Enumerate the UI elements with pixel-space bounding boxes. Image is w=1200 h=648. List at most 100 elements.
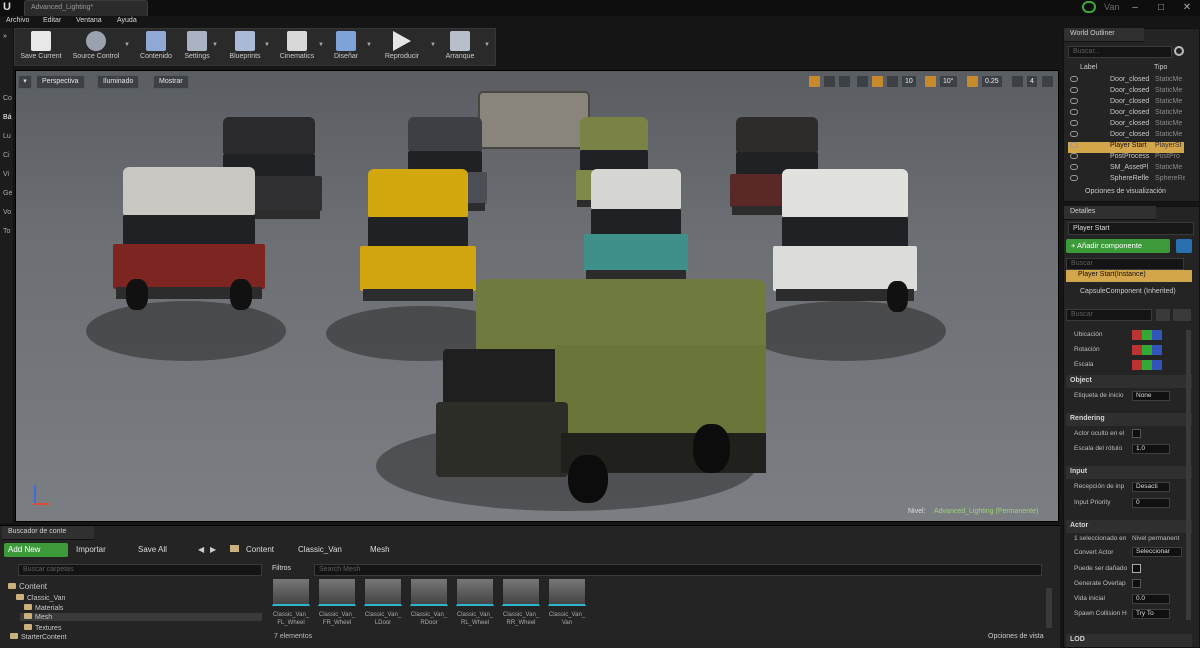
rotation-snap-icon[interactable] xyxy=(924,75,937,88)
instance-row-selected[interactable]: Player Start(Instance) xyxy=(1066,270,1192,282)
outliner-row[interactable]: Door_closed StaticMe xyxy=(1068,76,1184,87)
save-all-button[interactable]: Save All xyxy=(138,545,167,554)
section-rendering[interactable]: Rendering xyxy=(1066,413,1192,426)
folder-mesh-selected[interactable]: Mesh xyxy=(20,613,262,621)
outliner-row-selected[interactable]: Player Start PlayerSt xyxy=(1068,142,1184,153)
visibility-eye-icon[interactable] xyxy=(1070,153,1078,159)
world-outliner-tab[interactable]: World Outliner xyxy=(1064,28,1144,42)
launch-dropdown-icon[interactable]: ▼ xyxy=(484,42,490,48)
outliner-view-options[interactable]: Opciones de visualización xyxy=(1085,188,1166,195)
content-button[interactable]: Contenido xyxy=(135,30,177,64)
outliner-row[interactable]: SphereRefle SphereRe xyxy=(1068,175,1185,186)
section-actor[interactable]: Actor xyxy=(1066,520,1192,533)
location-label[interactable]: Ubicación xyxy=(1074,331,1103,338)
rotation-fields[interactable] xyxy=(1132,345,1162,355)
play-button[interactable]: Reproducir xyxy=(378,30,426,64)
scale-label[interactable]: Escala xyxy=(1074,361,1094,368)
filters-button[interactable]: Filtros xyxy=(272,565,291,572)
source-control-button[interactable]: Source Control xyxy=(68,30,124,64)
launch-button[interactable]: Arranque xyxy=(440,30,480,64)
generate-overlap-checkbox[interactable] xyxy=(1132,579,1141,588)
breadcrumb-mesh[interactable]: Mesh xyxy=(370,545,390,554)
play-dropdown-icon[interactable]: ▼ xyxy=(430,42,436,48)
asset-thumbnail[interactable] xyxy=(502,578,540,606)
rotation-label[interactable]: Rotación xyxy=(1074,346,1100,353)
property-matrix-icon[interactable] xyxy=(1156,309,1170,321)
cinematics-button[interactable]: Cinematics xyxy=(274,30,320,64)
rotation-snap-value[interactable]: 10° xyxy=(939,75,958,88)
content-browser-tab[interactable]: Buscador de conte xyxy=(2,526,94,540)
input-priority-value[interactable]: 0 xyxy=(1132,498,1170,508)
show-button[interactable]: Mostrar xyxy=(153,75,189,89)
mode-tab-1[interactable]: Bá xyxy=(3,114,12,121)
property-search-input[interactable]: Buscar xyxy=(1066,309,1152,321)
asset-thumbnail[interactable] xyxy=(318,578,356,606)
outliner-row[interactable]: Door_closed StaticMe xyxy=(1068,120,1184,131)
add-new-button[interactable]: Add New xyxy=(4,543,68,557)
menu-archivo[interactable]: Archivo xyxy=(6,17,29,24)
visibility-eye-icon[interactable] xyxy=(1070,98,1078,104)
outliner-row[interactable]: Door_closed StaticMe xyxy=(1068,98,1184,109)
translate-tool-icon[interactable] xyxy=(808,75,821,88)
asset-thumbnail[interactable] xyxy=(272,578,310,606)
hidden-in-game-checkbox[interactable] xyxy=(1132,429,1141,438)
van-green-selected[interactable] xyxy=(436,279,766,504)
visibility-eye-icon[interactable] xyxy=(1070,164,1078,170)
outliner-col-label[interactable]: Label xyxy=(1080,64,1097,71)
modes-chevron-icon[interactable]: » xyxy=(3,33,7,40)
world-local-icon[interactable] xyxy=(856,75,869,88)
outliner-row[interactable]: Door_closed StaticMe xyxy=(1068,131,1184,142)
details-scrollbar[interactable] xyxy=(1186,330,1191,620)
asset-scrollbar[interactable] xyxy=(1046,588,1052,628)
settings-button[interactable]: Settings xyxy=(180,30,214,64)
scale-snap-value[interactable]: 0.25 xyxy=(981,75,1003,88)
can-be-damaged-checkbox[interactable] xyxy=(1132,564,1141,573)
cinematics-dropdown-icon[interactable]: ▼ xyxy=(318,42,324,48)
level-viewport[interactable] xyxy=(15,70,1059,522)
scale-tool-icon[interactable] xyxy=(838,75,851,88)
van-white[interactable] xyxy=(770,169,920,312)
section-object[interactable]: Object xyxy=(1066,375,1192,388)
spawn-collision-select[interactable]: Try To xyxy=(1132,609,1170,619)
visibility-eye-icon[interactable] xyxy=(1070,109,1078,115)
breadcrumb-content[interactable]: Content xyxy=(246,545,274,554)
visibility-eye-icon[interactable] xyxy=(1070,76,1078,82)
component-search-input[interactable]: Buscar xyxy=(1066,258,1184,270)
object-name-field[interactable]: Player Start xyxy=(1068,222,1194,235)
start-tag-value[interactable]: None xyxy=(1132,391,1170,401)
outliner-search-input[interactable]: Buscar... xyxy=(1068,46,1172,58)
asset-thumbnail[interactable] xyxy=(364,578,402,606)
grid-snap-icon[interactable] xyxy=(886,75,899,88)
folder-classic-van[interactable]: Classic_Van xyxy=(16,594,65,602)
camera-speed-value[interactable]: 4 xyxy=(1026,75,1038,88)
maximize-icon[interactable]: □ xyxy=(1148,0,1174,16)
user-avatar-icon[interactable] xyxy=(1082,1,1096,13)
save-current-button[interactable]: Save Current xyxy=(18,30,64,64)
view-options-button[interactable]: Opciones de vista xyxy=(988,633,1044,640)
visibility-eye-icon[interactable] xyxy=(1070,120,1078,126)
mode-tab-5[interactable]: Ge xyxy=(3,190,12,197)
nav-forward-icon[interactable]: ▶ xyxy=(210,545,216,554)
mode-tab-7[interactable]: To xyxy=(3,228,10,235)
outliner-row[interactable]: PostProcess PostPro xyxy=(1068,153,1184,164)
folder-search-input[interactable]: Buscar carpetas xyxy=(18,564,262,576)
folder-materials[interactable]: Materials xyxy=(24,604,63,612)
menu-editar[interactable]: Editar xyxy=(43,17,61,24)
breadcrumb-classic-van[interactable]: Classic_Van xyxy=(298,545,342,554)
mode-tab-4[interactable]: Vi xyxy=(3,171,9,178)
build-dropdown-icon[interactable]: ▼ xyxy=(366,42,372,48)
mode-tab-6[interactable]: Vo xyxy=(3,209,11,216)
asset-thumbnail[interactable] xyxy=(548,578,586,606)
rotate-tool-icon[interactable] xyxy=(823,75,836,88)
scale-fields[interactable] xyxy=(1132,360,1162,370)
billboard-scale-value[interactable]: 1.0 xyxy=(1132,444,1170,454)
surface-snap-icon[interactable] xyxy=(871,75,884,88)
mode-tab-2[interactable]: Lu xyxy=(3,133,11,140)
section-lod[interactable]: LOD xyxy=(1066,634,1192,647)
location-fields[interactable] xyxy=(1132,330,1162,340)
settings-dropdown-icon[interactable]: ▼ xyxy=(212,42,218,48)
build-button[interactable]: Diseñar xyxy=(328,30,364,64)
outliner-col-type[interactable]: Tipo xyxy=(1154,64,1167,71)
blueprints-button[interactable]: Blueprints xyxy=(224,30,266,64)
convert-actor-select[interactable]: Seleccionar xyxy=(1132,547,1182,557)
